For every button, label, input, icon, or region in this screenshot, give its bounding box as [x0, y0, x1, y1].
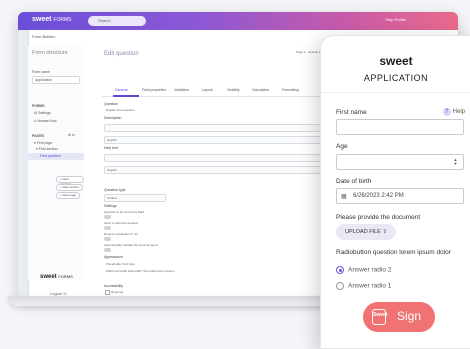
tab-field-properties[interactable]: Field properties: [142, 88, 166, 92]
settings-toggle-1[interactable]: [104, 215, 111, 219]
dob-label: Date of birth: [336, 178, 372, 185]
helptext-input[interactable]: [104, 154, 328, 162]
tab-visibility[interactable]: Visibility: [227, 88, 240, 92]
help-button[interactable]: ? Help: [442, 108, 465, 116]
new-question-button[interactable]: + New question: [56, 176, 84, 186]
active-tab-indicator: [113, 95, 139, 97]
sidebar-item-answers[interactable]: ⊙ Answer flow: [34, 119, 57, 123]
settings-line-4: Automatically validate the input as type…: [104, 243, 158, 247]
forms-heading: FORMS: [32, 104, 45, 108]
settings-line-2: Allow to skip this question: [104, 221, 139, 225]
editor-tabs: General Field properties Validation Layo…: [102, 86, 332, 97]
tab-general[interactable]: General: [115, 88, 127, 92]
settings-line-3: Require explanation if not: [104, 232, 139, 236]
builder-topbar: sweet FORMS Search Help Profile: [18, 12, 458, 30]
new-section-button[interactable]: + New section: [56, 184, 83, 191]
description-translation-input[interactable]: English: [104, 136, 328, 144]
form-structure-heading: Form structure: [32, 50, 68, 56]
form-brand-logo: sweet: [379, 54, 413, 68]
editor-title: Edit question: [104, 51, 139, 57]
sign-button[interactable]: Sweet Sign: [363, 302, 435, 332]
document-label: Please provide the document: [336, 214, 421, 221]
question-type-label: Question type: [104, 188, 126, 192]
laptop-base: [8, 296, 338, 306]
age-label: Age: [336, 143, 348, 150]
form-title: APPLICATION: [363, 73, 429, 83]
pages-add-icon[interactable]: ⊕ ⊖: [68, 133, 75, 137]
dob-input[interactable]: ▦ 6/26/2023 2:42 PM: [336, 188, 464, 204]
title-divider: [321, 92, 470, 93]
question-label: Question: [104, 102, 119, 106]
builder-logo: sweet FORMS: [32, 16, 72, 23]
sidebar-item-settings[interactable]: ⚙ Settings: [34, 111, 51, 115]
question-value[interactable]: English First question: [106, 108, 135, 112]
age-spinner-icon[interactable]: ▲ ▼: [453, 158, 458, 166]
upload-icon: ⇪: [382, 229, 387, 235]
radio-question-label: Radiobutton question lorem ipsum dolor: [336, 249, 451, 256]
sidebar-item-selected-field[interactable]: First question: [28, 153, 84, 160]
required-label: Required: [111, 290, 124, 294]
required-checkbox[interactable]: [105, 290, 110, 295]
question-type-select[interactable]: Textbox: [104, 194, 166, 202]
description-label: Description: [104, 116, 122, 120]
first-name-input[interactable]: [336, 119, 464, 135]
sidebar-item-first-page[interactable]: ▾ First page: [34, 141, 52, 145]
application-form-card: sweet APPLICATION First name ? Help Age ▲…: [320, 35, 470, 349]
radio-unchecked-icon[interactable]: [336, 282, 344, 290]
signature-icon: Sweet: [372, 309, 387, 325]
calendar-icon[interactable]: ▦: [341, 193, 347, 200]
helptext-translation-input[interactable]: English: [104, 166, 328, 174]
help-icon: ?: [442, 108, 451, 116]
radio-option-2[interactable]: Answer radio 1: [336, 282, 391, 290]
age-input[interactable]: ▲ ▼: [336, 154, 464, 170]
helptext-label: Help text: [104, 146, 118, 150]
builder-footer-logo: sweet FORMS: [40, 274, 73, 280]
first-name-label: First name: [336, 109, 367, 116]
builder-topbar-actions[interactable]: Help Profile: [385, 17, 406, 22]
pages-heading: PAGES: [32, 134, 44, 138]
builder-search-input[interactable]: Search: [88, 16, 146, 26]
settings-label: Settings: [104, 204, 117, 208]
dob-value: 6/26/2023 2:42 PM: [353, 193, 404, 199]
form-name-label: Form name: [32, 70, 50, 74]
settings-toggle-3[interactable]: [104, 237, 111, 241]
new-page-button[interactable]: + New page: [56, 192, 81, 199]
sidebar-item-first-section[interactable]: ▾ First section: [36, 147, 58, 151]
appearance-width-row[interactable]: Width Full width Half width Third width …: [106, 269, 175, 273]
tab-calculation[interactable]: Calculation: [252, 88, 269, 92]
radio-checked-icon[interactable]: [336, 266, 344, 274]
builder-sidebar: Form structure Form name Application FOR…: [28, 46, 85, 280]
tab-formatting[interactable]: Formatting: [282, 88, 299, 92]
settings-toggle-4[interactable]: [104, 248, 111, 252]
radio-option-1[interactable]: Answer radio 2: [336, 266, 391, 274]
settings-line-1: Question is the first thing filled: [104, 210, 145, 214]
form-name-input[interactable]: Application: [32, 76, 80, 84]
settings-toggle-2[interactable]: [104, 226, 111, 230]
tab-validation[interactable]: Validation: [174, 88, 189, 92]
description-input[interactable]: [104, 124, 328, 132]
appearance-placeholder-row[interactable]: Placeholder Text here: [106, 262, 135, 266]
tab-layout[interactable]: Layout: [202, 88, 213, 92]
upload-file-button[interactable]: UPLOAD FILE ⇪: [336, 224, 396, 240]
builder-header-label: Form Builder: [32, 34, 55, 39]
accessibility-label: Accessibility: [104, 284, 124, 288]
appearance-label: Appearance: [104, 255, 123, 259]
